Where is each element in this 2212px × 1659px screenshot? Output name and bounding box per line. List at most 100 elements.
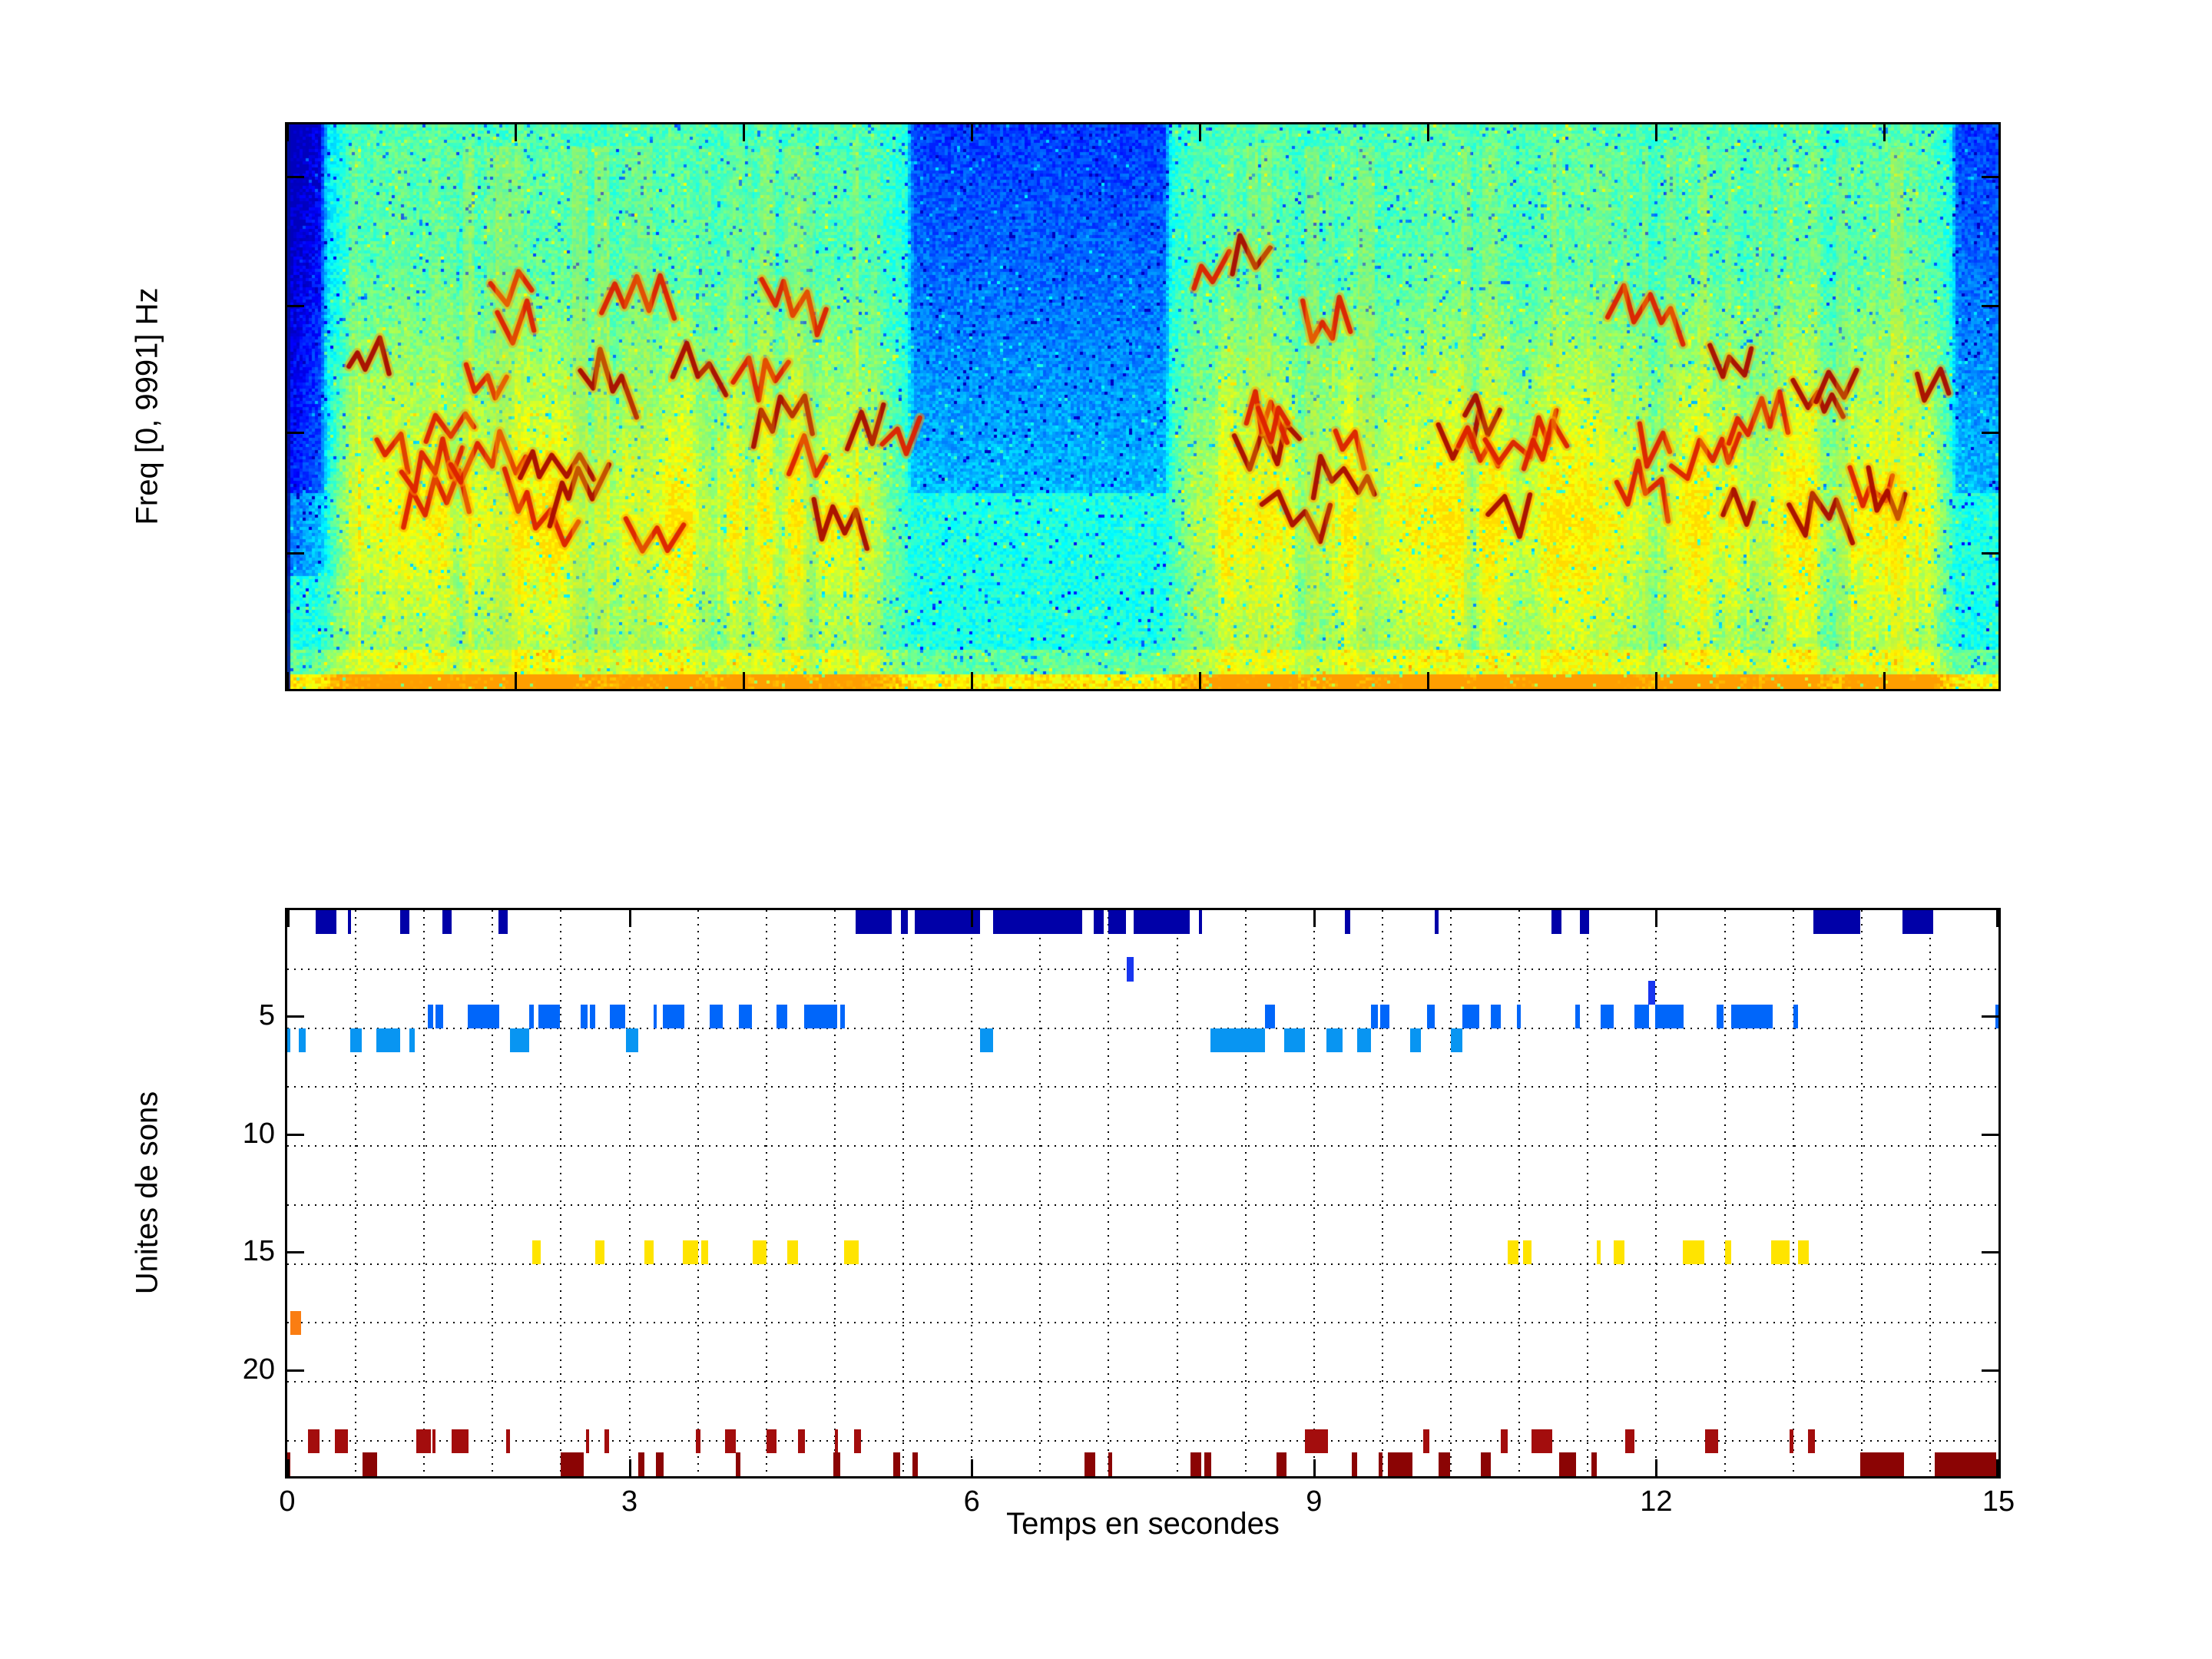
- event-bar: [893, 1452, 900, 1476]
- spectrogram-y-tick: [287, 552, 304, 555]
- spectrogram-x-tick: [1883, 672, 1886, 689]
- event-bar: [1352, 1452, 1357, 1476]
- raster-x-tick: [629, 910, 631, 927]
- event-bar: [1481, 1452, 1491, 1476]
- event-bar: [1705, 1429, 1717, 1453]
- event-bar: [529, 1005, 534, 1028]
- raster-grid-line-vertical: [1039, 910, 1041, 1476]
- event-bar: [290, 1311, 300, 1335]
- raster-grid-line-horizontal: [287, 1086, 1998, 1088]
- event-bar: [1379, 1452, 1382, 1476]
- event-bar: [586, 1429, 589, 1453]
- event-bar: [363, 1452, 377, 1476]
- raster-grid-line-vertical: [1518, 910, 1520, 1476]
- event-bar: [1655, 1005, 1684, 1028]
- spectrogram-x-tick: [971, 124, 973, 141]
- spectrogram-y-tick: [1982, 305, 1998, 307]
- raster-x-tick-label: 0: [279, 1485, 295, 1518]
- event-bar: [442, 910, 452, 934]
- event-bar: [299, 1028, 306, 1052]
- event-bar: [1935, 1452, 1996, 1476]
- event-bar: [980, 1028, 994, 1052]
- event-bar: [739, 1005, 751, 1028]
- event-bar: [915, 910, 980, 934]
- event-bar: [1601, 1005, 1614, 1028]
- spectrogram-x-tick: [1427, 124, 1429, 141]
- event-bar: [1388, 1452, 1412, 1476]
- raster-grid-line-horizontal: [287, 1440, 1998, 1442]
- raster-grid-line-horizontal: [287, 969, 1998, 970]
- raster-x-tick: [287, 1459, 290, 1476]
- event-bar: [287, 1028, 290, 1052]
- raster-grid-line-vertical: [560, 910, 561, 1476]
- event-bar: [1771, 1240, 1790, 1264]
- raster-y-tick: [287, 1134, 304, 1136]
- event-bar: [696, 1429, 700, 1453]
- event-bar: [581, 1005, 588, 1028]
- event-bar: [901, 910, 908, 934]
- matlab-figure: Freq [0, 9991] Hz Unites de sons Temps e…: [0, 0, 2212, 1659]
- raster-x-tick: [1313, 910, 1316, 927]
- raster-plot-area: [285, 908, 2001, 1479]
- event-bar: [1371, 1005, 1378, 1028]
- event-bar: [1793, 1005, 1798, 1028]
- event-bar: [1210, 1028, 1265, 1052]
- event-bar: [376, 1028, 400, 1052]
- raster-grid-line-vertical: [834, 910, 836, 1476]
- event-bar: [638, 1452, 644, 1476]
- spectrogram-y-tick: [287, 305, 304, 307]
- spectrogram-y-axis-label: Freq [0, 9991] Hz: [131, 287, 165, 525]
- event-bar: [335, 1429, 347, 1453]
- event-bar: [725, 1429, 735, 1453]
- raster-y-tick: [1982, 1134, 1998, 1136]
- event-bar: [840, 1005, 845, 1028]
- event-bar: [538, 1005, 560, 1028]
- event-bar: [452, 1429, 469, 1453]
- event-bar: [1427, 1005, 1435, 1028]
- raster-grid-line-vertical: [629, 910, 631, 1476]
- event-bar: [1614, 1240, 1624, 1264]
- raster-y-tick: [287, 1015, 304, 1018]
- event-bar: [993, 910, 1082, 934]
- raster-grid-line-vertical: [1655, 910, 1657, 1476]
- spectrogram-image: [287, 124, 1998, 689]
- spectrogram-y-tick: [287, 176, 304, 178]
- event-bar: [663, 1005, 684, 1028]
- event-bar: [1305, 1429, 1328, 1453]
- spectrogram-x-tick: [1655, 672, 1657, 689]
- event-bar: [1790, 1429, 1793, 1453]
- event-bar: [510, 1028, 529, 1052]
- spectrogram-x-tick: [286, 672, 289, 689]
- raster-grid-line-vertical: [1313, 910, 1315, 1476]
- event-bar: [1501, 1429, 1508, 1453]
- raster-x-tick: [1996, 1459, 1998, 1476]
- event-bar: [1634, 1005, 1649, 1028]
- event-bar: [308, 1429, 320, 1453]
- event-bar: [1094, 910, 1104, 934]
- event-bar: [604, 1429, 609, 1453]
- event-bar: [912, 1452, 918, 1476]
- event-bar: [1345, 910, 1350, 934]
- spectrogram-y-tick: [1982, 432, 1998, 434]
- event-bar: [753, 1240, 767, 1264]
- event-bar: [1508, 1240, 1518, 1264]
- spectrogram-x-tick: [515, 124, 517, 141]
- raster-x-tick: [1655, 910, 1657, 927]
- event-bar: [1808, 1429, 1815, 1453]
- event-bar: [498, 910, 508, 934]
- raster-grid-line-vertical: [1724, 910, 1726, 1476]
- event-bar: [1725, 1240, 1732, 1264]
- event-bar: [532, 1240, 540, 1264]
- raster-x-tick: [287, 910, 290, 927]
- spectrogram-x-tick: [743, 672, 745, 689]
- event-bar: [1683, 1240, 1704, 1264]
- raster-grid-line-vertical: [355, 910, 356, 1476]
- raster-grid-line-vertical: [423, 910, 425, 1476]
- raster-x-tick-label: 12: [1640, 1485, 1672, 1518]
- raster-grid-line-vertical: [1861, 910, 1863, 1476]
- event-bar: [1580, 910, 1589, 934]
- event-bar: [1423, 1429, 1429, 1453]
- event-bar: [710, 1005, 724, 1028]
- event-bar: [1532, 1429, 1552, 1453]
- event-bar: [1625, 1429, 1634, 1453]
